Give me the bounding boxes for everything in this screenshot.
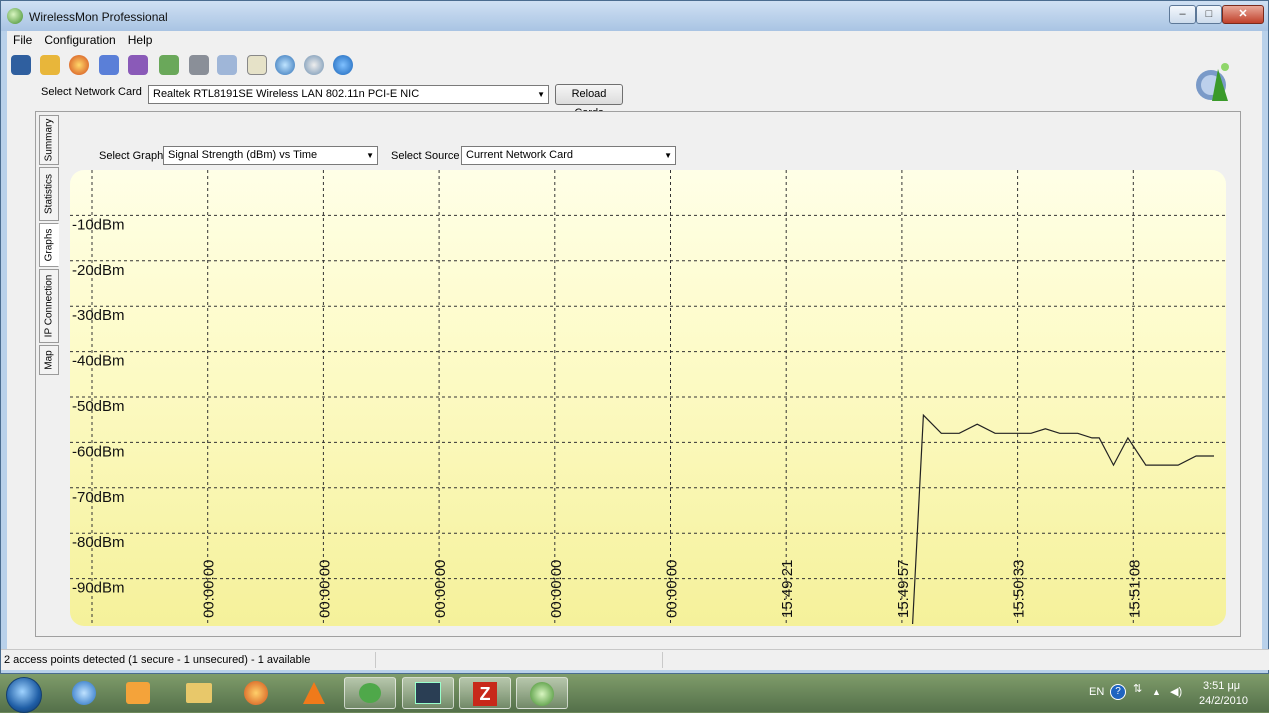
network-card-row: Select Network Card Realtek RTL8191SE Wi… <box>41 83 741 119</box>
menu-configuration[interactable]: Configuration <box>38 31 121 47</box>
network-card-label: Select Network Card <box>41 86 142 98</box>
menu-file[interactable]: File <box>7 31 38 47</box>
firefox-icon[interactable] <box>230 677 282 709</box>
x-tick-label: 15:49:57 <box>895 560 912 618</box>
menu-bar: File Configuration Help <box>7 31 1262 49</box>
status-text: 2 access points detected (1 secure - 1 u… <box>4 654 311 666</box>
y-tick-label: -90dBm <box>72 580 125 597</box>
media-player-icon[interactable] <box>112 677 164 709</box>
language-indicator[interactable]: EN <box>1089 686 1104 698</box>
wirelessmon-icon[interactable] <box>516 677 568 709</box>
taskbar: Z EN ? ⇅ ▲ ◀) 3:51 μμ 24/2/2010 <box>0 674 1269 713</box>
y-tick-label: -80dBm <box>72 534 125 551</box>
tab-map[interactable]: Map <box>39 345 59 375</box>
internet-explorer-icon[interactable] <box>58 677 110 709</box>
volume-icon[interactable]: ◀) <box>1170 685 1182 698</box>
y-tick-label: -50dBm <box>72 398 125 415</box>
check-icon[interactable] <box>217 55 237 75</box>
chevron-down-icon: ▼ <box>664 151 672 160</box>
status-separator <box>375 652 376 668</box>
vlc-icon[interactable] <box>288 677 340 709</box>
x-tick-label: 15:50:33 <box>1011 560 1028 618</box>
open-folder-icon[interactable] <box>40 55 60 75</box>
tab-ip-connection[interactable]: IP Connection <box>39 269 59 343</box>
status-bar: 2 access points detected (1 secure - 1 u… <box>1 649 1269 670</box>
y-tick-label: -10dBm <box>72 216 125 233</box>
app-window: WirelessMon Professional – □ ✕ File Confi… <box>0 0 1269 674</box>
select-source-dropdown[interactable]: Current Network Card ▼ <box>461 146 676 165</box>
help-icon[interactable] <box>333 55 353 75</box>
y-tick-label: -70dBm <box>72 489 125 506</box>
print-icon[interactable] <box>189 55 209 75</box>
select-graph-value: Signal Strength (dBm) vs Time <box>168 149 318 161</box>
x-tick-label: 15:51:08 <box>1126 560 1143 618</box>
status-separator <box>662 652 663 668</box>
tab-statistics[interactable]: Statistics <box>39 167 59 221</box>
select-source-value: Current Network Card <box>466 149 573 161</box>
help-tray-icon[interactable]: ? <box>1110 684 1126 700</box>
menu-help[interactable]: Help <box>122 31 159 47</box>
reload-cards-button[interactable]: Reload Cards <box>555 84 623 119</box>
y-tick-label: -30dBm <box>72 307 125 324</box>
chevron-down-icon: ▼ <box>366 151 374 160</box>
x-tick-label: 15:49:21 <box>779 560 796 618</box>
title-bar[interactable]: WirelessMon Professional – □ ✕ <box>1 1 1268 31</box>
x-tick-label: 00:00:00 <box>664 560 681 618</box>
clipboard-icon[interactable] <box>247 55 267 75</box>
chevron-down-icon: ▼ <box>537 90 545 99</box>
export-icon[interactable] <box>159 55 179 75</box>
select-graph-dropdown[interactable]: Signal Strength (dBm) vs Time ▼ <box>163 146 378 165</box>
wirelessmon-logo-icon <box>1194 61 1234 103</box>
signal-series-line <box>912 413 1214 625</box>
start-orb[interactable] <box>6 677 42 713</box>
network-card-select[interactable]: Realtek RTL8191SE Wireless LAN 802.11n P… <box>148 85 549 104</box>
x-tick-label: 00:00:00 <box>432 560 449 618</box>
y-tick-label: -40dBm <box>72 353 125 370</box>
explorer-icon[interactable] <box>172 677 224 709</box>
record-icon[interactable] <box>69 55 89 75</box>
tab-summary[interactable]: Summary <box>39 115 59 165</box>
close-button[interactable]: ✕ <box>1222 5 1264 24</box>
network-icon[interactable] <box>99 55 119 75</box>
y-tick-label: -60dBm <box>72 443 125 460</box>
wirelessmon-app-icon <box>7 8 23 24</box>
messenger-icon[interactable] <box>344 677 396 709</box>
satellite-icon[interactable] <box>304 55 324 75</box>
tab-graphs[interactable]: Graphs <box>39 223 59 267</box>
signal-chart-svg: -10dBm -20dBm -30dBm -40dBm -50dBm -60dBm -70d… <box>70 170 1226 626</box>
select-source-label: Select Source <box>391 150 460 162</box>
clock-time[interactable]: 3:51 μμ <box>1203 680 1240 692</box>
globe-icon[interactable] <box>275 55 295 75</box>
x-tick-label: 00:00:00 <box>201 560 218 618</box>
network-card-value: Realtek RTL8191SE Wireless LAN 802.11n P… <box>153 88 420 100</box>
signal-chart: -10dBm -20dBm -30dBm -40dBm -50dBm -60dBm -70d… <box>70 170 1226 626</box>
y-tick-label: -20dBm <box>72 262 125 279</box>
window-title: WirelessMon Professional <box>29 10 168 24</box>
minimize-button[interactable]: – <box>1169 5 1196 24</box>
network-alt-icon[interactable] <box>128 55 148 75</box>
select-graph-label: Select Graph <box>99 150 164 162</box>
x-tick-label: 00:00:00 <box>548 560 565 618</box>
show-hidden-icons-icon[interactable]: ▲ <box>1152 687 1161 697</box>
clock-date[interactable]: 24/2/2010 <box>1199 695 1248 707</box>
x-tick-label: 00:00:00 <box>316 560 333 618</box>
save-icon[interactable] <box>11 55 31 75</box>
maximize-button[interactable]: □ <box>1196 5 1222 24</box>
activity-graph-icon[interactable] <box>402 677 454 709</box>
filezilla-icon[interactable]: Z <box>459 677 511 709</box>
network-tray-icon[interactable]: ⇅ <box>1133 682 1142 695</box>
